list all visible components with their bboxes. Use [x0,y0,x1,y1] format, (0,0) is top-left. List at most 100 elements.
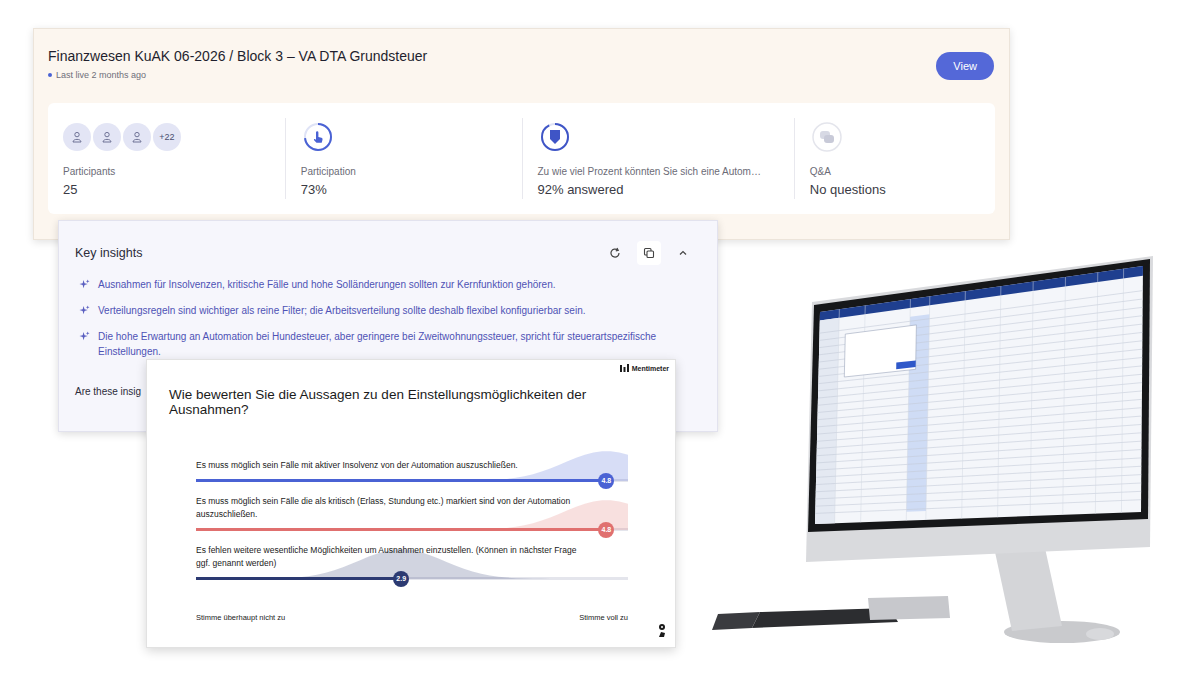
insight-text: Die hohe Erwartung an Automation bei Hun… [98,329,701,359]
screen-row-line [816,466,1141,484]
stats-panel: +22 Participants 25 Participation 73% Zu… [48,103,995,214]
scale-fill [196,577,401,580]
screen-row-line [817,408,1142,434]
scale-max-label: Stimme voll zu [579,613,628,622]
screen-column-line [998,286,1001,517]
stat-label: Participation [301,166,507,177]
refresh-button[interactable] [603,241,627,265]
session-status: Last live 2 months ago [48,70,427,80]
card-header: Finanzwesen KuAK 06-2026 / Block 3 – VA … [48,29,995,103]
insights-list: Ausnahmen für Insolvenzen, kritische Fäl… [75,277,701,359]
screen-row-line [817,399,1142,427]
scale-track: 4.8 [196,479,628,482]
screen-row-line [818,383,1142,413]
avatar [123,123,151,151]
screen-popup [844,325,916,377]
scale-track: 4.8 [196,528,628,531]
screen-row-line [817,416,1142,441]
average-marker: 4.8 [598,473,614,489]
scale-labels: Stimme überhaupt nicht zu Stimme voll zu [196,613,628,622]
stat: Zu wie viel Prozent könnten Sie sich ein… [522,118,794,199]
screen-row-line [816,475,1142,492]
stat-value: 92% answered [538,182,779,197]
screen [815,266,1143,524]
screen-column-line [1030,282,1033,516]
screen-sidebar [815,318,839,524]
copy-icon [643,247,655,259]
keyboard-left [712,612,760,630]
more-participants-badge: +22 [153,123,181,151]
mentimeter-logo: Mentimeter [620,364,669,372]
monitor-body [806,256,1153,562]
avatar [93,123,121,151]
average-marker: 2.9 [393,571,409,587]
screen-row-line [816,458,1141,477]
screen-column-line [1063,277,1066,515]
screen-header-bar [820,266,1143,321]
sparkle-icon [79,279,90,290]
statement: Es fehlen weitere wesentliche Möglichkei… [196,544,628,580]
avatar [63,123,91,151]
status-text: Last live 2 months ago [56,70,146,80]
insight-text: Ausnahmen für Insolvenzen, kritische Fäl… [98,277,556,292]
monitor [700,240,1170,660]
average-marker: 4.8 [598,522,614,538]
statement-text: Es muss möglich sein Fälle mit aktiver I… [196,459,581,472]
slide: Mentimeter Wie bewerten Sie die Aussagen… [146,359,676,648]
stat-value: 25 [63,182,270,197]
stand-neck [995,548,1062,631]
stat: Participation 73% [285,118,522,199]
scale-min-label: Stimme überhaupt nicht zu [196,613,285,622]
screen-column-line [1095,272,1097,513]
canvas: Finanzwesen KuAK 06-2026 / Block 3 – VA … [0,0,1200,675]
screen-row-line [816,483,1142,499]
stat-label: Zu wie viel Prozent könnten Sie sich ein… [538,166,779,177]
screen-row-line [816,450,1141,471]
monitor-bezel [808,259,1150,532]
statement: Es muss möglich sein Fälle die als kriti… [196,495,628,531]
insight-item: Verteilungsregeln sind wichtiger als rei… [75,303,701,318]
scale-fill [196,479,606,482]
mouse [1086,628,1114,640]
stat: Q&A No questions [794,118,995,199]
sparkle-icon [79,305,90,316]
stat-icon-row: +22 [63,120,270,154]
stat-value: No questions [810,182,980,197]
scale-fill [196,528,606,531]
slide-question: Wie bewerten Sie die Aussagen zu den Ein… [169,387,653,417]
statements: Es muss möglich sein Fälle mit aktiver I… [196,459,628,622]
collapse-button[interactable] [671,241,695,265]
insights-title: Key insights [75,246,142,260]
stat-label: Participants [63,166,270,177]
stat-icon-row [810,120,980,154]
mini-computer [868,596,950,620]
stat-value: 73% [301,182,507,197]
sparkle-icon [79,331,90,342]
stat: +22 Participants 25 [48,118,285,199]
insight-item: Die hohe Erwartung an Automation bei Hun… [75,329,701,359]
person-icon [71,131,83,143]
screen-row-line [818,374,1142,405]
insights-feedback: Are these insig [75,386,141,397]
copy-button[interactable] [637,241,661,265]
view-button[interactable]: View [936,52,994,80]
stat-label: Q&A [810,166,980,177]
scale-track: 2.9 [196,577,628,580]
question-result-icon [538,120,572,154]
screen-row-line [815,491,1141,506]
statement: Es muss möglich sein Fälle mit aktiver I… [196,459,628,482]
screen-row-line [815,500,1141,514]
screen-column-line [926,296,930,520]
qa-bubbles-icon [810,120,844,154]
mentimeter-mark-icon [620,364,629,372]
status-dot-icon [48,73,52,77]
screen-column-line [835,309,840,523]
statement-text: Es fehlen weitere wesentliche Möglichkei… [196,544,581,570]
participation-icon [301,120,335,154]
reactions-icon[interactable] [656,623,668,639]
title-block: Finanzwesen KuAK 06-2026 / Block 3 – VA … [48,48,427,80]
screen-column-line [1121,269,1123,513]
stat-icon-row [301,120,507,154]
insight-text: Verteilungsregeln sind wichtiger als rei… [98,303,585,318]
person-icon [101,131,113,143]
